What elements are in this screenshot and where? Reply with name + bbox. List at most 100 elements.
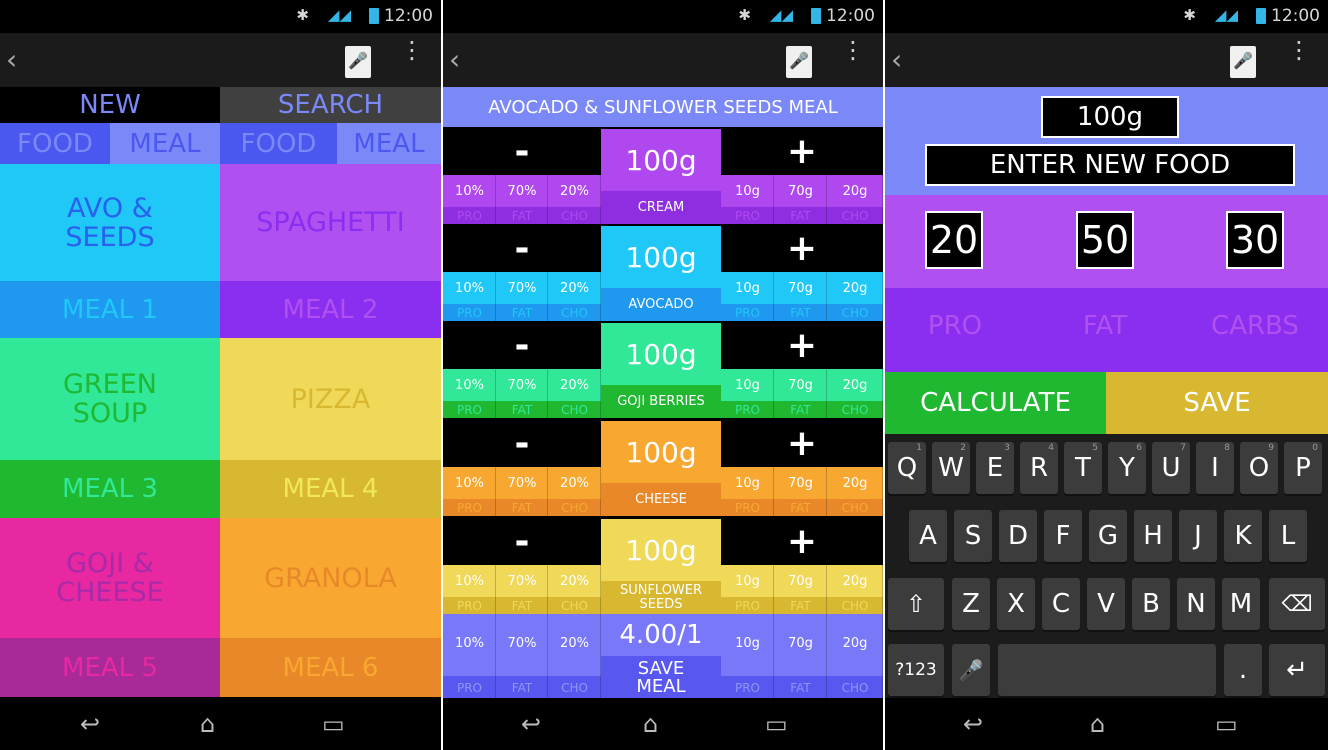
decrease-button[interactable]: - [443, 419, 601, 467]
new-food-tab[interactable]: FOOD [0, 123, 110, 164]
increase-button[interactable]: + [721, 517, 883, 565]
increase-button[interactable]: + [721, 224, 883, 272]
meal-tile[interactable]: SPAGHETTI [220, 164, 441, 281]
key-letter: W [938, 453, 964, 483]
key-x[interactable]: X [997, 578, 1035, 630]
meal-slot-label[interactable]: MEAL 1 [0, 281, 220, 338]
key-d[interactable]: D [999, 510, 1037, 562]
key-j[interactable]: J [1179, 510, 1217, 562]
recent-apps-icon[interactable]: ▭ [1215, 710, 1238, 738]
new-meal-tab[interactable]: MEAL [110, 123, 220, 164]
backspace-key[interactable]: ⌫ [1269, 578, 1325, 630]
carbs-input[interactable]: 30 [1226, 211, 1284, 269]
symbols-key[interactable]: ?123 [888, 644, 944, 696]
save-button[interactable]: SAVE [1106, 372, 1328, 434]
key-q[interactable]: Q1 [888, 442, 926, 494]
decrease-button[interactable]: - [443, 517, 601, 565]
back-nav-icon[interactable]: ↩ [963, 710, 983, 738]
food-weight[interactable]: 100g [601, 519, 721, 581]
overflow-menu-icon[interactable]: ⋮ [400, 38, 424, 62]
meal-slot-label[interactable]: MEAL 4 [220, 460, 441, 518]
recent-apps-icon[interactable]: ▭ [322, 710, 345, 738]
macro-label: PRO [456, 598, 483, 613]
microphone-icon[interactable]: 🎤 [345, 46, 371, 78]
key-b[interactable]: B [1132, 578, 1170, 630]
meal-tile[interactable]: AVO & SEEDS [0, 164, 220, 281]
key-y[interactable]: Y6 [1108, 442, 1146, 494]
key-k[interactable]: K [1224, 510, 1262, 562]
key-p[interactable]: P0 [1284, 442, 1322, 494]
overflow-menu-icon[interactable]: ⋮ [841, 38, 865, 62]
key-hint: 4 [1048, 443, 1054, 453]
home-nav-icon[interactable]: ⌂ [1090, 710, 1105, 738]
increase-button[interactable]: + [721, 419, 883, 467]
weight-input[interactable]: 100g [1041, 96, 1179, 138]
key-c[interactable]: C [1042, 578, 1080, 630]
enter-key-icon[interactable]: ↵ [1269, 644, 1325, 696]
microphone-key-icon[interactable]: 🎤 [952, 644, 990, 696]
macro-label: CHO [561, 208, 588, 223]
home-nav-icon[interactable]: ⌂ [643, 710, 658, 738]
space-bar[interactable] [998, 644, 1216, 696]
food-name-input[interactable]: ENTER NEW FOOD [925, 144, 1295, 186]
meal-tile[interactable]: GRANOLA [220, 518, 441, 638]
key-g[interactable]: G [1089, 510, 1127, 562]
meal-slot-label[interactable]: MEAL 6 [220, 638, 441, 697]
increase-button[interactable]: + [721, 127, 883, 175]
key-s[interactable]: S [954, 510, 992, 562]
back-nav-icon[interactable]: ↩ [521, 710, 541, 738]
increase-button[interactable]: + [721, 321, 883, 369]
food-weight[interactable]: 100g [601, 323, 721, 385]
save-meal-button[interactable]: SAVE MEAL [601, 656, 721, 700]
microphone-icon[interactable]: 🎤 [786, 46, 812, 78]
macro-label: PRO [456, 402, 483, 417]
meal-slot-label[interactable]: MEAL 5 [0, 638, 220, 697]
back-nav-icon[interactable]: ↩ [80, 710, 100, 738]
decrease-button[interactable]: - [443, 127, 601, 175]
key-a[interactable]: A [909, 510, 947, 562]
new-tab[interactable]: NEW [0, 87, 220, 123]
overflow-menu-icon[interactable]: ⋮ [1287, 38, 1311, 62]
search-meal-tab[interactable]: MEAL [337, 123, 441, 164]
back-icon[interactable]: ‹ [891, 43, 902, 76]
key-i[interactable]: I8 [1196, 442, 1234, 494]
key-u[interactable]: U7 [1152, 442, 1190, 494]
key-t[interactable]: T5 [1064, 442, 1102, 494]
back-icon[interactable]: ‹ [449, 43, 460, 76]
food-weight[interactable]: 100g [601, 421, 721, 483]
meal-tile[interactable]: GOJI & CHEESE [0, 518, 220, 638]
key-n[interactable]: N [1177, 578, 1215, 630]
macro-grams: 20g [842, 475, 868, 491]
period-key[interactable]: . [1224, 644, 1262, 696]
key-f[interactable]: F [1044, 510, 1082, 562]
decrease-button[interactable]: - [443, 321, 601, 369]
macro-percent: 70% [507, 377, 537, 393]
key-z[interactable]: Z [952, 578, 990, 630]
key-v[interactable]: V [1087, 578, 1125, 630]
back-icon[interactable]: ‹ [6, 43, 17, 76]
meal-slot-label[interactable]: MEAL 2 [220, 281, 441, 338]
calculate-button[interactable]: CALCULATE [885, 372, 1106, 434]
search-food-tab[interactable]: FOOD [220, 123, 337, 164]
microphone-icon[interactable]: 🎤 [1230, 46, 1256, 78]
shift-key[interactable]: ⇧ [888, 578, 944, 630]
key-h[interactable]: H [1134, 510, 1172, 562]
food-weight[interactable]: 100g [601, 129, 721, 191]
recent-apps-icon[interactable]: ▭ [765, 710, 788, 738]
protein-input[interactable]: 20 [925, 211, 983, 269]
key-l[interactable]: L [1269, 510, 1307, 562]
meal-slot-label[interactable]: MEAL 3 [0, 460, 220, 518]
key-o[interactable]: O9 [1240, 442, 1278, 494]
food-weight[interactable]: 100g [601, 226, 721, 288]
key-m[interactable]: M [1222, 578, 1260, 630]
macro-label: PRO [456, 208, 483, 223]
decrease-button[interactable]: - [443, 224, 601, 272]
fat-input[interactable]: 50 [1076, 211, 1134, 269]
search-tab[interactable]: SEARCH [220, 87, 441, 123]
key-w[interactable]: W2 [932, 442, 970, 494]
meal-tile[interactable]: PIZZA [220, 338, 441, 460]
key-r[interactable]: R4 [1020, 442, 1058, 494]
key-e[interactable]: E3 [976, 442, 1014, 494]
meal-tile[interactable]: GREEN SOUP [0, 338, 220, 460]
home-nav-icon[interactable]: ⌂ [200, 710, 215, 738]
